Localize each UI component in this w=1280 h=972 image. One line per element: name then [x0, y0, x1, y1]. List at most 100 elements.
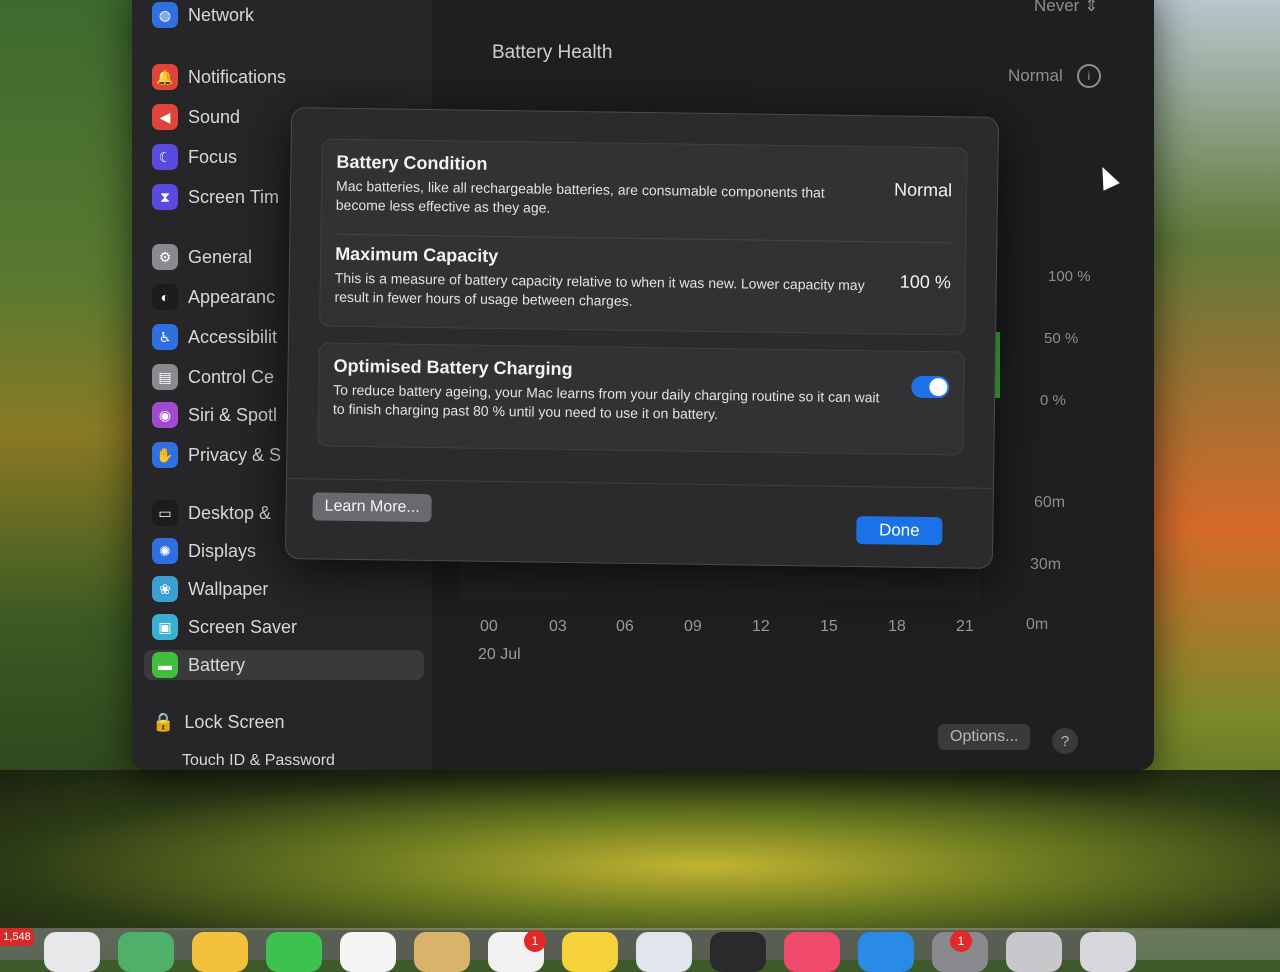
- battery-condition-row: Battery Condition Mac batteries, like al…: [336, 152, 953, 224]
- sidebar-item-label: Accessibilit: [188, 326, 278, 347]
- sidebar-item-appearance[interactable]: ◐ Appearanc: [152, 282, 275, 312]
- control-center-icon: ▤: [152, 364, 178, 390]
- learn-more-button[interactable]: Learn More...: [312, 492, 432, 523]
- music-icon[interactable]: [784, 932, 840, 972]
- facetime-icon[interactable]: [266, 932, 322, 972]
- app-store-icon[interactable]: [858, 932, 914, 972]
- accessibility-icon: ♿: [152, 324, 178, 350]
- hour-label: 21: [956, 618, 974, 635]
- page-title: Battery Health: [492, 42, 613, 63]
- never-select[interactable]: Never ⇕: [1034, 0, 1098, 16]
- battery-info-group: Battery Condition Mac batteries, like al…: [319, 138, 968, 336]
- maximum-capacity-value: 100 %: [899, 271, 951, 293]
- sidebar-item-privacy[interactable]: ✋ Privacy & S: [152, 440, 281, 470]
- sidebar-item-label: Battery: [188, 654, 246, 675]
- memory-badge: 1,548: [0, 928, 34, 946]
- photos-icon[interactable]: [192, 932, 248, 972]
- calendar-icon[interactable]: [340, 932, 396, 972]
- screensaver-icon: ▣: [152, 614, 178, 640]
- done-button[interactable]: Done: [856, 516, 943, 546]
- notes-icon[interactable]: [562, 932, 618, 972]
- hour-label: 06: [616, 618, 634, 635]
- status-text: Normal: [1008, 66, 1063, 85]
- sidebar-item-label: Screen Tim: [188, 186, 280, 207]
- optimised-charging-row: Optimised Battery Charging To reduce bat…: [333, 356, 950, 428]
- hourglass-icon: ⧗: [152, 184, 178, 210]
- help-button[interactable]: ?: [1052, 728, 1078, 754]
- settings-badge: 1: [950, 930, 972, 952]
- globe-icon: ◍: [152, 2, 178, 28]
- wallpaper-bottom: [0, 770, 1280, 930]
- dock-app-icon[interactable]: [1080, 932, 1136, 972]
- battery-icon: ▬: [152, 652, 178, 678]
- wallpaper-icon: ❀: [152, 576, 178, 602]
- options-button[interactable]: Options...: [938, 724, 1031, 750]
- sidebar-item-notifications[interactable]: 🔔 Notifications: [152, 62, 286, 92]
- sidebar-item-label: Sound: [188, 106, 241, 127]
- sidebar-item-label: Control Ce: [188, 366, 275, 387]
- battery-condition-value: Normal: [893, 179, 953, 201]
- desktop-icon: ▭: [152, 500, 178, 526]
- percent-label: 100 %: [1048, 268, 1091, 285]
- gear-icon: ⚙: [152, 244, 178, 270]
- toggle-knob: [929, 378, 948, 397]
- dock-app-icon[interactable]: [1006, 932, 1062, 972]
- battery-condition-desc: Mac batteries, like all rechargeable bat…: [335, 177, 825, 216]
- sidebar-item-label: Wallpaper: [188, 578, 269, 599]
- time-label: 60m: [1034, 494, 1066, 511]
- sidebar-item-accessibility[interactable]: ♿ Accessibilit: [152, 322, 277, 352]
- moon-icon: ☾: [152, 144, 178, 170]
- sidebar-item-label: Screen Saver: [188, 616, 298, 637]
- sidebar-item-label: General: [188, 246, 253, 267]
- sidebar-item-screen-time[interactable]: ⧗ Screen Tim: [152, 182, 279, 212]
- date-label: 20 Jul: [478, 646, 521, 663]
- battery-health-dialog: Battery Condition Mac batteries, like al…: [284, 107, 1000, 569]
- bell-icon: 🔔: [152, 64, 178, 90]
- maps-icon[interactable]: [118, 932, 174, 972]
- sidebar-item-displays[interactable]: ✺ Displays: [152, 536, 256, 566]
- sidebar-item-control-centre[interactable]: ▤ Control Ce: [152, 362, 274, 392]
- notes-folder-icon[interactable]: [414, 932, 470, 972]
- optimised-charging-group: Optimised Battery Charging To reduce bat…: [317, 342, 965, 456]
- sidebar-item-label: Appearanc: [188, 286, 276, 307]
- sidebar-item-siri[interactable]: ◉ Siri & Spotl: [152, 400, 277, 430]
- hour-label: 09: [684, 618, 702, 635]
- chrome-icon[interactable]: [44, 932, 100, 972]
- sidebar-item-screen-saver[interactable]: ▣ Screen Saver: [152, 612, 297, 642]
- time-label: 0m: [1026, 616, 1049, 633]
- percent-label: 0 %: [1040, 392, 1066, 409]
- reminders-badge: 1: [524, 930, 546, 952]
- info-icon[interactable]: i: [1076, 64, 1101, 88]
- sidebar-item-desktop[interactable]: ▭ Desktop &: [152, 498, 271, 528]
- sidebar-item-label: Siri & Spotl: [188, 404, 278, 425]
- battery-health-status: Normal i: [1008, 64, 1101, 88]
- sidebar-item-label: Displays: [188, 540, 257, 561]
- freeform-icon[interactable]: [636, 932, 692, 972]
- sidebar-item-focus[interactable]: ☾ Focus: [152, 142, 237, 172]
- display-icon: ✺: [152, 538, 178, 564]
- appearance-icon: ◐: [152, 284, 178, 310]
- hour-label: 18: [888, 618, 906, 635]
- sidebar-item-label: Desktop &: [188, 502, 272, 523]
- sidebar-item-general[interactable]: ⚙ General: [152, 242, 252, 272]
- optimised-charging-desc: To reduce battery ageing, your Mac learn…: [332, 381, 880, 423]
- sidebar-item-label: Privacy & S: [188, 444, 282, 465]
- footer-divider: [286, 478, 993, 489]
- maximum-capacity-title: Maximum Capacity: [335, 243, 499, 266]
- sidebar-item-label: Lock Screen: [184, 712, 285, 732]
- hour-label: 03: [549, 618, 567, 635]
- lock-icon: 🔒: [152, 712, 175, 732]
- optimised-charging-toggle[interactable]: [911, 375, 950, 399]
- sidebar-item-lock-screen[interactable]: 🔒 Lock Screen: [152, 712, 284, 733]
- hour-label: 15: [820, 618, 838, 635]
- battery-condition-title: Battery Condition: [336, 151, 488, 174]
- sidebar-item-battery[interactable]: ▬ Battery: [144, 650, 424, 680]
- time-label: 30m: [1030, 556, 1062, 573]
- sidebar-item-label: Network: [188, 4, 255, 25]
- sidebar-item-touch-id[interactable]: Touch ID & Password: [182, 752, 335, 770]
- sidebar-item-wallpaper[interactable]: ❀ Wallpaper: [152, 574, 268, 604]
- terminal-icon[interactable]: [710, 932, 766, 972]
- sidebar-item-network[interactable]: ◍ Network: [152, 0, 254, 30]
- sidebar-item-sound[interactable]: ◀ Sound: [152, 102, 240, 132]
- maximum-capacity-row: Maximum Capacity This is a measure of ba…: [334, 244, 951, 316]
